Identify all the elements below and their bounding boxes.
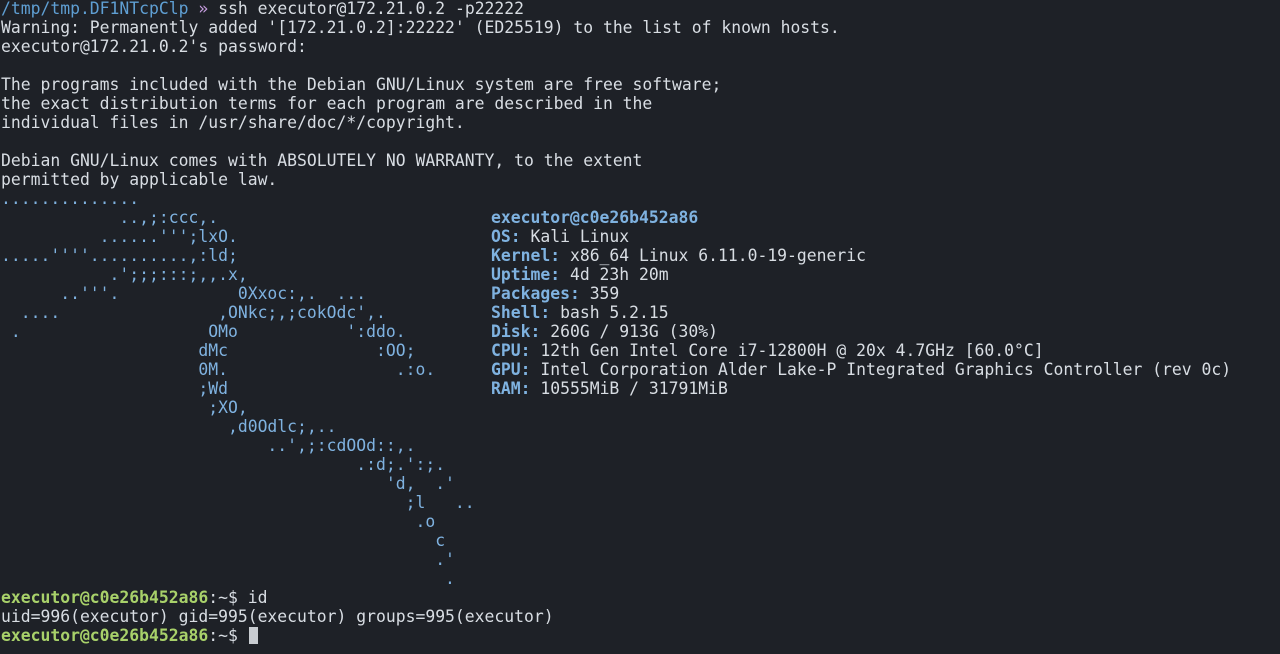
sysinfo-key: Shell: xyxy=(491,303,551,322)
sysinfo-key: Uptime: xyxy=(491,265,561,284)
sysinfo-title: executor@c0e26b452a86 xyxy=(491,208,699,227)
sysinfo-value: Intel Corporation Alder Lake-P Integrate… xyxy=(540,360,1232,379)
prompt-user: executor@c0e26b452a86 xyxy=(1,626,209,645)
sysinfo-row: Packages: 359 xyxy=(491,284,619,303)
logo-line: . OMo ':ddo. xyxy=(1,322,406,341)
local-prompt-line: /tmp/tmp.DF1NTcpClp » ssh executor@172.2… xyxy=(1,0,524,18)
logo-line: .' xyxy=(1,550,455,569)
sysinfo-key: Disk: xyxy=(491,322,541,341)
sysinfo-key: RAM: xyxy=(491,379,531,398)
sysinfo-key: OS: xyxy=(491,227,521,246)
logo-line: ......''';lxO. xyxy=(1,227,238,246)
output-line: the exact distribution terms for each pr… xyxy=(1,94,653,113)
sysinfo-key: Packages: xyxy=(491,284,580,303)
logo-line: ;XO, xyxy=(1,398,248,417)
logo-line: 0M. .:o. xyxy=(1,360,436,379)
logo-line: dMc :OO; xyxy=(1,341,416,360)
sysinfo-value: 10555MiB / 31791MiB xyxy=(540,379,728,398)
text-cursor xyxy=(248,627,258,644)
logo-line: .....''''..........,:ld; xyxy=(1,246,238,265)
logo-line: c xyxy=(1,531,446,550)
active-prompt-line[interactable]: executor@c0e26b452a86:~$ xyxy=(1,626,258,645)
logo-line: ,d0Odlc;,.. xyxy=(1,417,337,436)
prompt-suffix: :~$ xyxy=(208,588,238,607)
logo-line: .:d;.':;. xyxy=(1,455,446,474)
logo-line: ;Wd xyxy=(1,379,228,398)
sysinfo-key: Kernel: xyxy=(491,246,561,265)
logo-line: ..'''. 0Xxoc:,. ... xyxy=(1,284,367,303)
remote-prompt-line: executor@c0e26b452a86:~$ id xyxy=(1,588,267,607)
logo-line: .o xyxy=(1,512,436,531)
sysinfo-value: 359 xyxy=(589,284,620,303)
sysinfo-row: Disk: 260G / 913G (30%) xyxy=(491,322,718,341)
logo-line: 'd, .' xyxy=(1,474,455,493)
sysinfo-key: CPU: xyxy=(491,341,531,360)
sysinfo-row: Uptime: 4d 23h 20m xyxy=(491,265,669,284)
sysinfo-row: Kernel: x86_64 Linux 6.11.0-19-generic xyxy=(491,246,866,265)
sysinfo-key: GPU: xyxy=(491,360,531,379)
output-line: The programs included with the Debian GN… xyxy=(1,75,722,94)
logo-line: . xyxy=(1,569,455,588)
sysinfo-value: Kali Linux xyxy=(530,227,630,246)
sysinfo-value: 12th Gen Intel Core i7-12800H @ 20x 4.7G… xyxy=(540,341,1044,360)
sysinfo-row: CPU: 12th Gen Intel Core i7-12800H @ 20x… xyxy=(491,341,1044,360)
sysinfo-row: RAM: 10555MiB / 31791MiB xyxy=(491,379,728,398)
prompt-path: /tmp/tmp.DF1NTcpClp xyxy=(1,0,189,18)
sysinfo-row: OS: Kali Linux xyxy=(491,227,629,246)
terminal-window[interactable]: /tmp/tmp.DF1NTcpClp » ssh executor@172.2… xyxy=(0,0,1280,654)
sysinfo-row: GPU: Intel Corporation Alder Lake-P Inte… xyxy=(491,360,1231,379)
sysinfo-row: Shell: bash 5.2.15 xyxy=(491,303,669,322)
logo-line: .... ,ONkc;,;cokOdc',. xyxy=(1,303,386,322)
logo-line: ..,;:ccc,. xyxy=(1,208,219,227)
ssh-command: ssh executor@172.21.0.2 -p22222 xyxy=(218,0,525,18)
sysinfo-value: 4d 23h 20m xyxy=(569,265,669,284)
logo-line: .............. xyxy=(1,189,140,208)
prompt-user: executor@c0e26b452a86 xyxy=(1,588,209,607)
prompt-arrow: » xyxy=(198,0,209,18)
sysinfo-value: x86_64 Linux 6.11.0-19-generic xyxy=(569,246,866,265)
logo-line: ..',;:cdOOd::,. xyxy=(1,436,416,455)
output-line: Warning: Permanently added '[172.21.0.2]… xyxy=(1,18,840,37)
id-output-line: uid=996(executor) gid=995(executor) grou… xyxy=(1,607,554,626)
prompt-suffix: :~$ xyxy=(208,626,238,645)
output-line: permitted by applicable law. xyxy=(1,170,278,189)
output-line: individual files in /usr/share/doc/*/cop… xyxy=(1,113,465,132)
command-text: id xyxy=(247,588,268,607)
sysinfo-value: bash 5.2.15 xyxy=(560,303,669,322)
output-line: Debian GNU/Linux comes with ABSOLUTELY N… xyxy=(1,151,643,170)
logo-line: ;l .. xyxy=(1,493,475,512)
sysinfo-value: 260G / 913G (30%) xyxy=(550,322,718,341)
logo-line: .';;;:::;,,.x, xyxy=(1,265,248,284)
output-line: executor@172.21.0.2's password: xyxy=(1,37,307,56)
